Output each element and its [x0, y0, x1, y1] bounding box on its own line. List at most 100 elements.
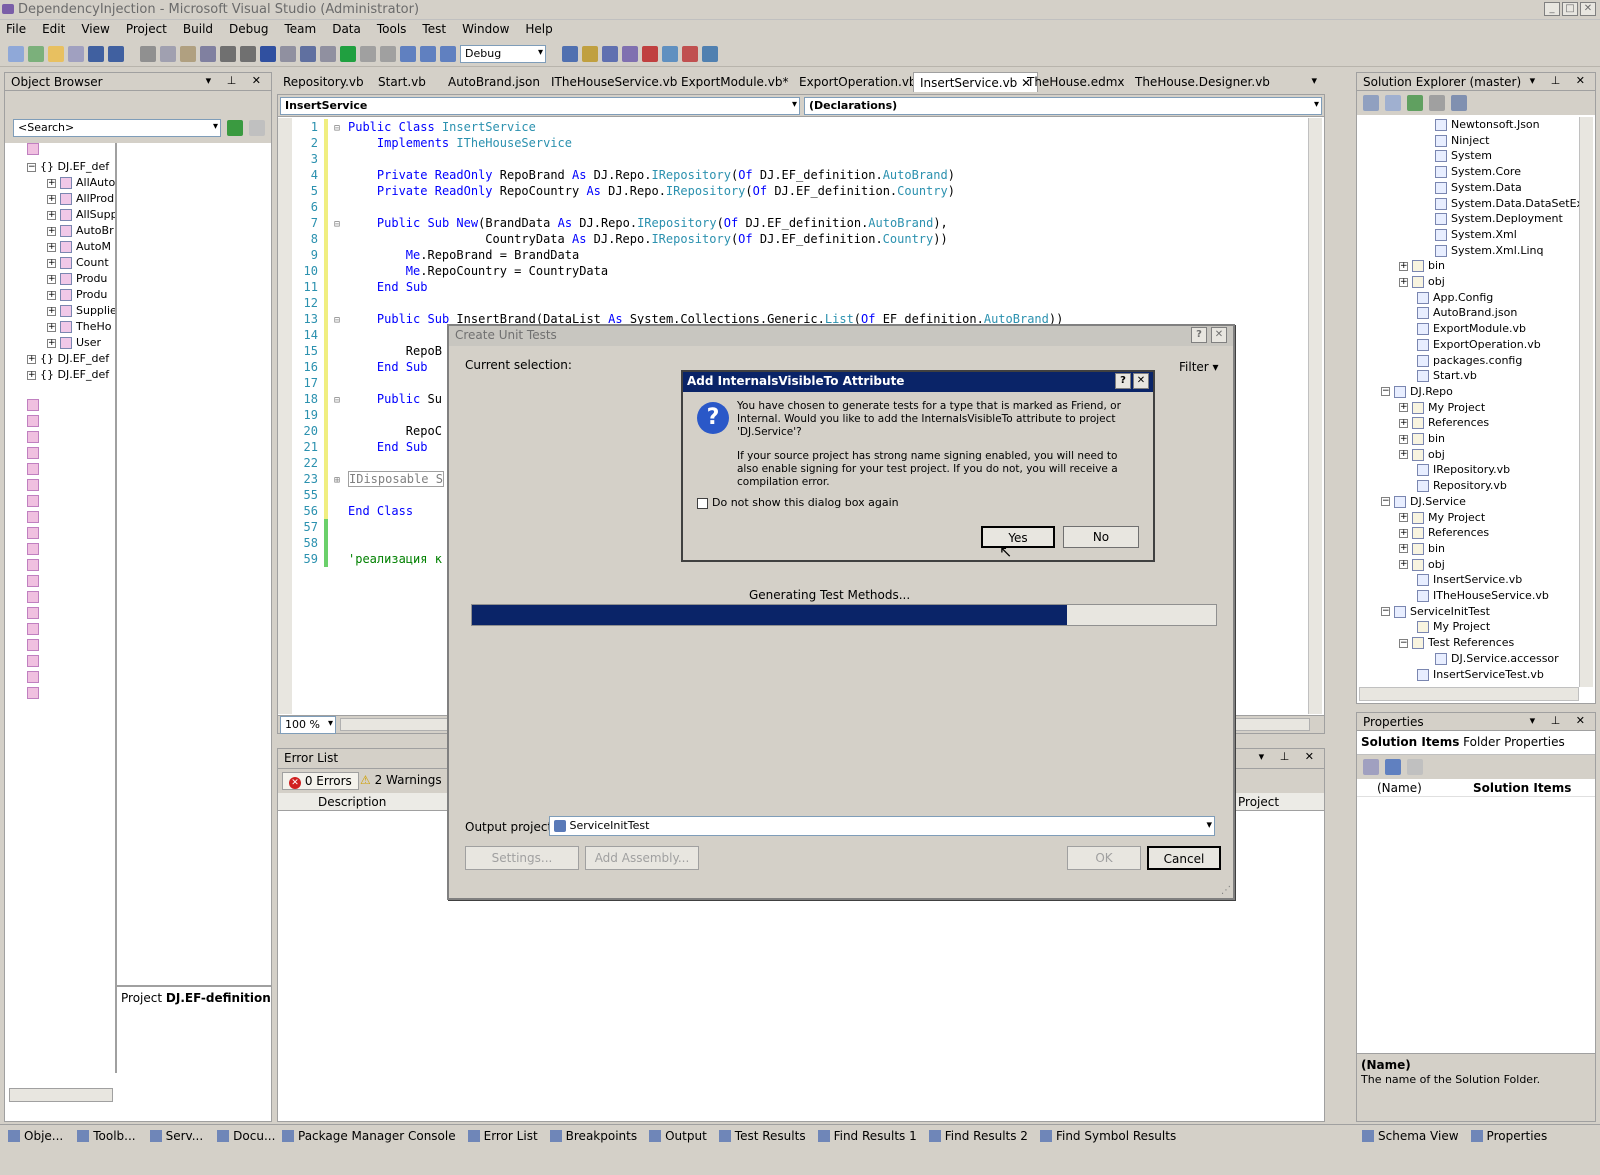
command-window-icon[interactable]	[702, 45, 718, 62]
zoom-select[interactable]: 100 %	[280, 716, 336, 734]
editor-tab[interactable]: Repository.vb	[277, 72, 370, 92]
bottom-tab[interactable]: Properties	[1470, 1129, 1547, 1143]
bottom-tab[interactable]: Package Manager Console	[282, 1129, 456, 1143]
bottom-tab[interactable]: Find Symbol Results	[1039, 1129, 1176, 1143]
extension-manager-icon[interactable]	[682, 45, 698, 62]
solution-item[interactable]: + My Project	[1399, 510, 1485, 526]
open-folder-icon[interactable]	[48, 45, 64, 62]
menu-item-edit[interactable]: Edit	[42, 22, 65, 38]
expand-icon[interactable]: +	[1399, 261, 1408, 271]
menu-item-data[interactable]: Data	[332, 22, 361, 38]
close-dialog-icon[interactable]: ✕	[1211, 327, 1227, 343]
code-line[interactable]: 7 ⊟ Public Sub New(BrandData As DJ.Repo.I…	[292, 215, 948, 231]
object-browser-icon[interactable]	[622, 45, 638, 62]
expand-icon[interactable]: +	[1399, 418, 1408, 428]
bottom-tab[interactable]: Breakpoints	[549, 1129, 637, 1143]
object-browser-node[interactable]: + AllAuto	[47, 175, 115, 191]
resize-grip-icon[interactable]: ⋰	[1221, 885, 1231, 896]
code-line[interactable]: 1 ⊟ Public Class InsertService	[292, 119, 536, 135]
solution-item[interactable]: − ServiceInitTest	[1381, 604, 1490, 620]
code-line[interactable]: 23 ⊞ IDisposable S	[292, 471, 444, 487]
menu-item-tools[interactable]: Tools	[377, 22, 407, 38]
solution-configuration-select[interactable]: Debug	[460, 44, 546, 63]
editor-tab[interactable]: ExportModule.vb*	[675, 72, 794, 92]
property-pages-icon[interactable]	[1407, 759, 1423, 775]
search-go-icon[interactable]	[227, 120, 243, 136]
menu-item-project[interactable]: Project	[126, 22, 167, 38]
expand-icon[interactable]: +	[1399, 528, 1408, 538]
object-browser-node[interactable]: + {} DJ.EF_def	[27, 367, 109, 383]
solution-item[interactable]: System.Deployment	[1435, 211, 1563, 227]
bottom-tab[interactable]: Schema View	[1362, 1129, 1459, 1143]
collapse-icon[interactable]: −	[1381, 387, 1390, 397]
errors-filter-button[interactable]: ✕ 0 Errors	[282, 772, 359, 790]
code-line[interactable]: 55	[292, 487, 348, 503]
no-button[interactable]: No	[1063, 526, 1139, 548]
code-line[interactable]: 56 End Class	[292, 503, 413, 519]
solution-item[interactable]: InsertService.vb	[1417, 572, 1522, 588]
expand-icon[interactable]: +	[1399, 513, 1408, 522]
minimize-button[interactable]: _	[1544, 2, 1560, 16]
method-name-select[interactable]: (Declarations)	[804, 97, 1322, 115]
stop-icon[interactable]	[380, 45, 396, 62]
bottom-tab[interactable]: Serv...	[149, 1129, 203, 1143]
code-line[interactable]: 18 ⊟ Public Su	[292, 391, 442, 407]
solution-item[interactable]: + obj	[1399, 274, 1445, 290]
solution-explorer-controls[interactable]: ▾ ⊥ ✕	[1530, 74, 1591, 87]
comment-icon[interactable]	[240, 45, 256, 62]
property-name-value[interactable]: Solution Items	[1473, 781, 1571, 795]
find-icon[interactable]	[200, 45, 216, 62]
object-browser-node[interactable]: + Supplie	[47, 303, 115, 319]
object-browser-node[interactable]: + {} DJ.EF_def	[27, 351, 109, 367]
tab-list-dropdown[interactable]: ▾	[1311, 74, 1317, 87]
object-browser-node[interactable]: + Produ	[47, 271, 107, 287]
solution-item[interactable]: − Test References	[1399, 635, 1514, 651]
project-column-header[interactable]: Project	[1238, 795, 1279, 809]
step-into-icon[interactable]	[400, 45, 416, 62]
solution-item[interactable]: + bin	[1399, 258, 1445, 274]
menu-item-view[interactable]: View	[81, 22, 109, 38]
solution-item[interactable]: − DJ.Repo	[1381, 384, 1453, 400]
add-assembly-button[interactable]: Add Assembly...	[585, 846, 699, 870]
solution-item[interactable]: + My Project	[1399, 400, 1485, 416]
expand-icon[interactable]: +	[1399, 560, 1408, 570]
add-item-icon[interactable]	[28, 45, 44, 62]
menu-item-team[interactable]: Team	[284, 22, 316, 38]
yes-button[interactable]: Yes	[981, 526, 1055, 548]
expand-icon[interactable]: +	[47, 322, 56, 332]
editor-tab[interactable]: InsertService.vb ✕	[913, 72, 1039, 92]
expand-icon[interactable]: +	[47, 210, 56, 220]
solution-item[interactable]: ITheHouseService.vb	[1417, 588, 1549, 604]
bottom-tab[interactable]: Output	[649, 1129, 707, 1143]
find-in-files-icon[interactable]	[562, 45, 578, 62]
solution-item[interactable]: System.Xml.Linq	[1435, 243, 1543, 259]
solution-item[interactable]: System.Data.DataSetExten	[1435, 196, 1579, 212]
bottom-tab[interactable]: Test Results	[718, 1129, 806, 1143]
expand-icon[interactable]: +	[1399, 403, 1408, 413]
code-line[interactable]: 14	[292, 327, 348, 343]
step-over-icon[interactable]	[420, 45, 436, 62]
start-page-icon[interactable]	[662, 45, 678, 62]
maximize-button[interactable]: □	[1562, 2, 1578, 16]
editor-vscrollbar[interactable]	[1308, 118, 1322, 714]
expand-icon[interactable]: +	[1399, 434, 1408, 444]
solution-item[interactable]: − DJ.Service	[1381, 494, 1466, 510]
bottom-tab[interactable]: Error List	[467, 1129, 538, 1143]
solution-item[interactable]: ExportModule.vb	[1417, 321, 1526, 337]
solution-item[interactable]: System.Data	[1435, 180, 1522, 196]
code-line[interactable]: 17	[292, 375, 348, 391]
solution-item[interactable]: My Project	[1417, 619, 1490, 635]
new-project-icon[interactable]	[8, 45, 24, 62]
solution-explorer-icon[interactable]	[582, 45, 598, 62]
solution-item[interactable]: IRepository.vb	[1417, 462, 1510, 478]
solution-item[interactable]: Repository.vb	[1417, 478, 1507, 494]
object-browser-hscrollbar[interactable]	[9, 1088, 113, 1102]
undo-icon[interactable]	[260, 45, 276, 62]
object-browser-node[interactable]: + AllProd	[47, 191, 114, 207]
bottom-tab[interactable]: Toolb...	[77, 1129, 136, 1143]
editor-tab[interactable]: Start.vb	[372, 72, 432, 92]
solution-item[interactable]: packages.config	[1417, 353, 1522, 369]
code-line[interactable]: 11 End Sub	[292, 279, 428, 295]
code-line[interactable]: 6	[292, 199, 348, 215]
properties-controls[interactable]: ▾ ⊥ ✕	[1530, 714, 1591, 727]
